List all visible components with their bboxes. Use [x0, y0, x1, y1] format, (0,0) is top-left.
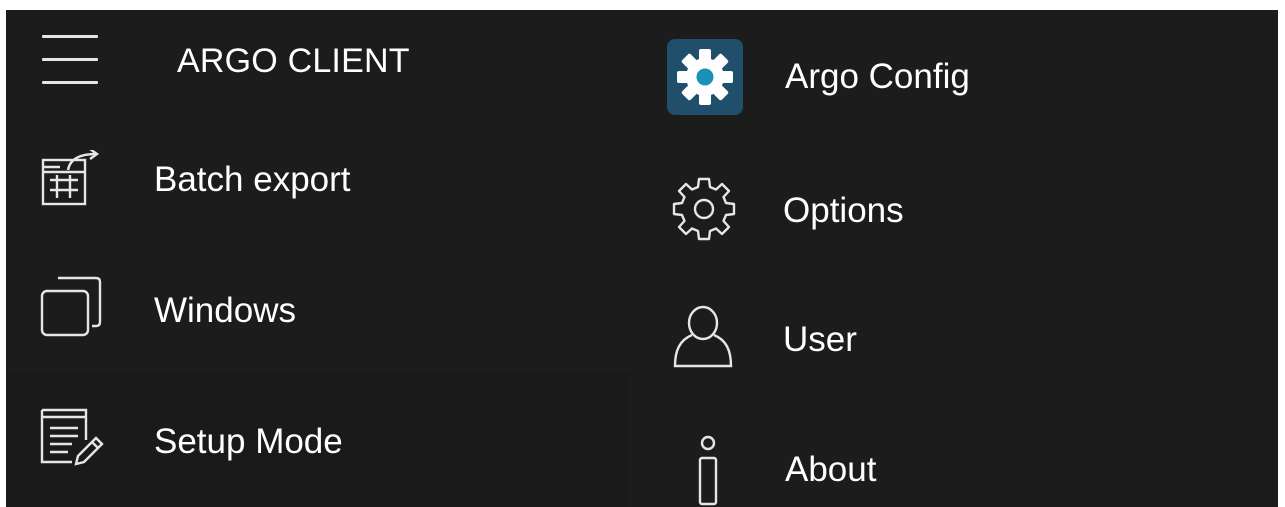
- menu-item-setup-mode[interactable]: Setup Mode: [6, 390, 630, 486]
- user-icon: [673, 305, 733, 368]
- setup-mode-icon: [40, 408, 104, 466]
- menu-item-label: Windows: [154, 291, 296, 330]
- menu-item-windows[interactable]: Windows: [6, 260, 630, 356]
- left-menu: ARGO CLIENT Batch export Windows Setup M…: [6, 10, 630, 507]
- navigation-panel: ARGO CLIENT Batch export Windows Setup M…: [6, 10, 1278, 507]
- gear-icon: [672, 177, 736, 241]
- menu-item-label: Batch export: [154, 160, 351, 199]
- gear-app-icon: [677, 49, 733, 105]
- right-menu: Argo Config Options User About: [630, 10, 1278, 507]
- menu-item-options[interactable]: Options: [630, 160, 1278, 256]
- windows-icon: [40, 276, 102, 337]
- argo-config-app-tile: [667, 39, 743, 115]
- app-title: ARGO CLIENT: [177, 42, 410, 80]
- menu-item-about[interactable]: About: [630, 420, 1278, 507]
- menu-item-label: Setup Mode: [154, 422, 343, 461]
- batch-export-icon: [41, 150, 100, 206]
- menu-item-user[interactable]: User: [630, 290, 1278, 386]
- menu-item-batch-export[interactable]: Batch export: [6, 130, 630, 226]
- menu-item-label: Options: [783, 191, 904, 230]
- menu-item-label: Argo Config: [785, 57, 970, 96]
- menu-item-label: User: [783, 320, 857, 359]
- hamburger-menu-button[interactable]: [42, 35, 98, 89]
- info-icon: [698, 435, 718, 506]
- menu-item-label: About: [785, 450, 877, 489]
- menu-item-argo-config[interactable]: Argo Config: [630, 10, 1278, 138]
